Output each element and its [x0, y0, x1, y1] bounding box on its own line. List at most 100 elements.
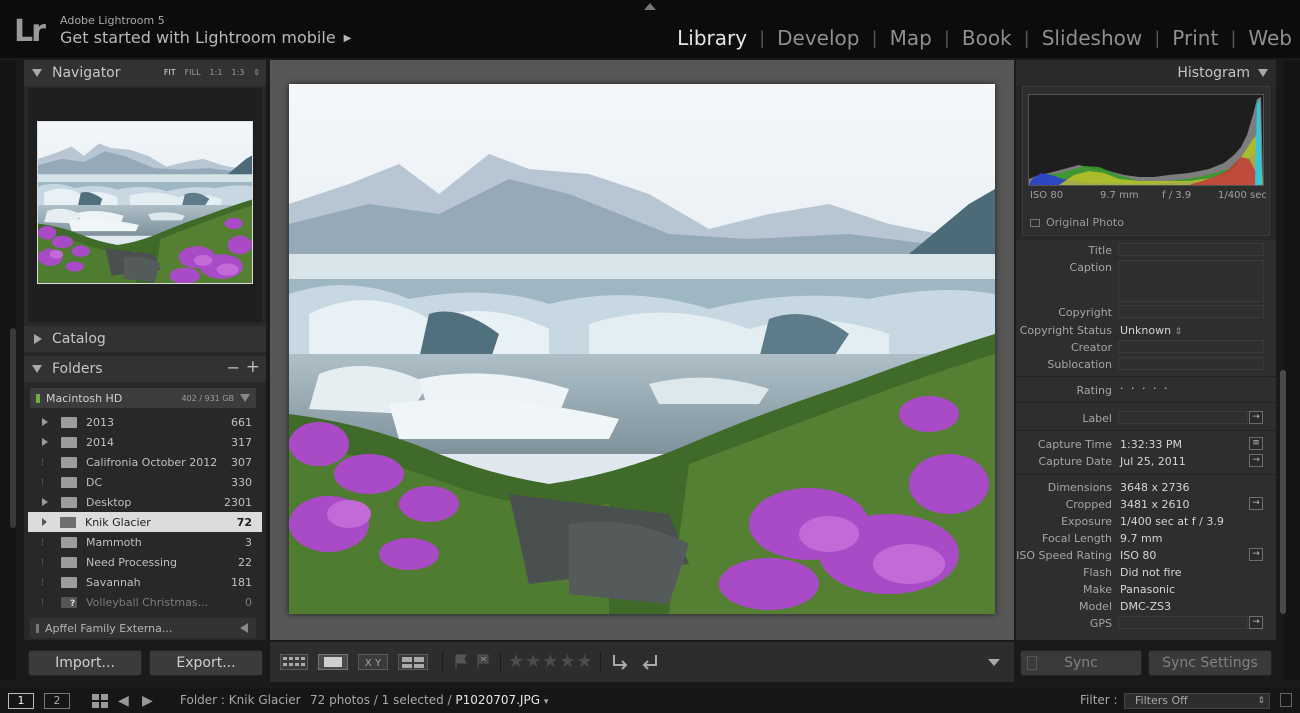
- folder-row-missing[interactable]: ? Volleyball Christmas... 0: [28, 592, 262, 612]
- zoom-fill[interactable]: FILL: [185, 68, 201, 77]
- meta-creator-field[interactable]: [1118, 340, 1264, 353]
- back-arrow-icon[interactable]: ◀: [118, 693, 129, 709]
- flag-pick-icon[interactable]: [454, 654, 468, 670]
- photo-count-text: 72 photos / 1 selected /: [310, 693, 452, 707]
- module-slideshow[interactable]: Slideshow: [1030, 26, 1155, 50]
- remove-folder-button[interactable]: −: [227, 358, 240, 377]
- primary-window-button[interactable]: 1: [8, 693, 34, 709]
- meta-title-field[interactable]: [1118, 243, 1264, 256]
- filter-label: Filter :: [1080, 693, 1118, 707]
- loupe-view-icon[interactable]: [318, 654, 348, 670]
- meta-date-arrow-button[interactable]: →: [1249, 454, 1263, 467]
- navigator-header[interactable]: Navigator FIT FILL 1:1 1:3 ⇕: [24, 60, 266, 86]
- main-photo[interactable]: [289, 84, 995, 614]
- survey-view-icon[interactable]: [398, 654, 428, 670]
- folder-row[interactable]: 2013 661: [28, 412, 262, 432]
- zoom-stepper-icon[interactable]: ⇕: [253, 68, 260, 77]
- right-scrollbar[interactable]: [1280, 370, 1286, 614]
- meta-gps-field[interactable]: [1118, 616, 1248, 629]
- selected-filename[interactable]: P1020707.JPG: [455, 693, 540, 707]
- collapse-triangle-icon: [32, 69, 42, 77]
- collapse-top-panel-icon[interactable]: [644, 3, 656, 10]
- meta-time-list-button[interactable]: ≡: [1249, 437, 1263, 450]
- meta-label-field[interactable]: [1118, 411, 1248, 424]
- filmstrip-header: 1 2 ◀ ▶ Folder : Knik Glacier 72 photos …: [0, 688, 1300, 713]
- module-library[interactable]: Library: [665, 26, 759, 50]
- meta-caption-field[interactable]: [1118, 260, 1264, 302]
- flag-reject-icon[interactable]: [476, 654, 490, 670]
- filter-select[interactable]: Filters Off ⇕: [1124, 693, 1270, 709]
- folder-row[interactable]: Mammoth 3: [28, 532, 262, 552]
- filter-lock-icon[interactable]: [1280, 693, 1292, 707]
- mobile-link-text: Get started with Lightroom mobile: [60, 28, 336, 47]
- star-rating[interactable]: ★★★★★: [508, 651, 594, 672]
- filmstrip-photo-count: 72 photos / 1 selected / P1020707.JPG ▾: [310, 693, 548, 707]
- folder-row[interactable]: 2014 317: [28, 432, 262, 452]
- secondary-window-button[interactable]: 2: [44, 693, 70, 709]
- folder-row-selected[interactable]: Knik Glacier 72: [28, 512, 262, 532]
- folder-row[interactable]: Desktop 2301: [28, 492, 262, 512]
- volume-collapse-icon[interactable]: [240, 394, 250, 402]
- zoom-fit[interactable]: FIT: [164, 68, 176, 77]
- module-map[interactable]: Map: [878, 26, 944, 50]
- meta-label-arrow-button[interactable]: →: [1249, 411, 1263, 424]
- meta-crop-arrow-button[interactable]: →: [1249, 497, 1263, 510]
- folder-row[interactable]: Califronia October 2012 307: [28, 452, 262, 472]
- rotate-left-icon[interactable]: [610, 652, 630, 672]
- compare-view-icon[interactable]: X Y: [358, 654, 388, 670]
- forward-arrow-icon[interactable]: ▶: [142, 693, 153, 709]
- folder-row[interactable]: Savannah 181: [28, 572, 262, 592]
- histogram-header[interactable]: Histogram: [1016, 60, 1276, 86]
- sync-settings-button[interactable]: Sync Settings: [1148, 650, 1272, 676]
- original-photo-toggle[interactable]: Original Photo: [1030, 216, 1124, 229]
- checkbox-icon[interactable]: [1030, 218, 1040, 227]
- module-web[interactable]: Web: [1236, 26, 1296, 50]
- meta-rating[interactable]: · · · · ·: [1120, 382, 1169, 395]
- folder-leaf-marker: [42, 479, 48, 485]
- volume-expand-icon[interactable]: [240, 623, 248, 633]
- meta-gps-arrow-button[interactable]: →: [1249, 616, 1263, 629]
- sync-metadata-button[interactable]: Sync: [1020, 650, 1142, 676]
- meta-sublocation-field[interactable]: [1118, 357, 1264, 370]
- expand-triangle-icon[interactable]: [42, 418, 48, 426]
- grid-icon[interactable]: [92, 694, 108, 708]
- meta-copyright-field[interactable]: [1118, 305, 1264, 318]
- auto-sync-toggle-icon[interactable]: [1027, 656, 1037, 670]
- grid-view-icon[interactable]: [280, 654, 308, 670]
- folder-icon: [61, 556, 77, 568]
- folder-leaf-marker: [42, 559, 48, 565]
- export-button[interactable]: Export...: [149, 650, 263, 676]
- zoom-1-1[interactable]: 1:1: [210, 68, 223, 77]
- folders-header[interactable]: Folders − +: [24, 356, 266, 382]
- folder-row[interactable]: Need Processing 22: [28, 552, 262, 572]
- meta-iso-arrow-button[interactable]: →: [1249, 548, 1263, 561]
- histogram-graph[interactable]: [1028, 94, 1264, 186]
- folder-row[interactable]: DC 330: [28, 472, 262, 492]
- filmstrip-source[interactable]: Folder : Knik Glacier: [180, 693, 301, 707]
- zoom-1-3[interactable]: 1:3: [231, 68, 244, 77]
- module-print[interactable]: Print: [1160, 26, 1230, 50]
- meta-copyright-status[interactable]: Unknown ⇕: [1120, 324, 1182, 337]
- module-book[interactable]: Book: [950, 26, 1024, 50]
- volume-macintosh-hd[interactable]: Macintosh HD 402 / 931 GB: [30, 388, 256, 408]
- expand-triangle-icon[interactable]: [42, 498, 48, 506]
- mobile-link[interactable]: Get started with Lightroom mobile ▶: [60, 28, 351, 47]
- filename-dropdown-icon[interactable]: ▾: [544, 697, 549, 707]
- left-scrollbar[interactable]: [10, 328, 16, 528]
- folder-icon: [61, 576, 77, 588]
- svg-text:X Y: X Y: [365, 658, 382, 669]
- expand-triangle-icon[interactable]: [42, 518, 47, 526]
- histogram-iso: ISO 80: [1030, 190, 1064, 201]
- add-folder-button[interactable]: +: [246, 357, 260, 377]
- toolbar-content-dropdown-icon[interactable]: [988, 659, 1000, 666]
- volume-status-led: [36, 393, 40, 403]
- volume-external[interactable]: Apffel Family Externa...: [30, 618, 256, 638]
- rotate-right-icon[interactable]: [640, 652, 660, 672]
- expand-triangle-icon[interactable]: [42, 438, 48, 446]
- module-develop[interactable]: Develop: [765, 26, 871, 50]
- left-panel: Navigator FIT FILL 1:1 1:3 ⇕ Catalog Fol…: [24, 60, 266, 640]
- catalog-header[interactable]: Catalog: [24, 326, 266, 352]
- navigator-thumbnail[interactable]: [37, 121, 253, 284]
- import-button[interactable]: Import...: [28, 650, 142, 676]
- play-arrow-icon: ▶: [343, 33, 352, 44]
